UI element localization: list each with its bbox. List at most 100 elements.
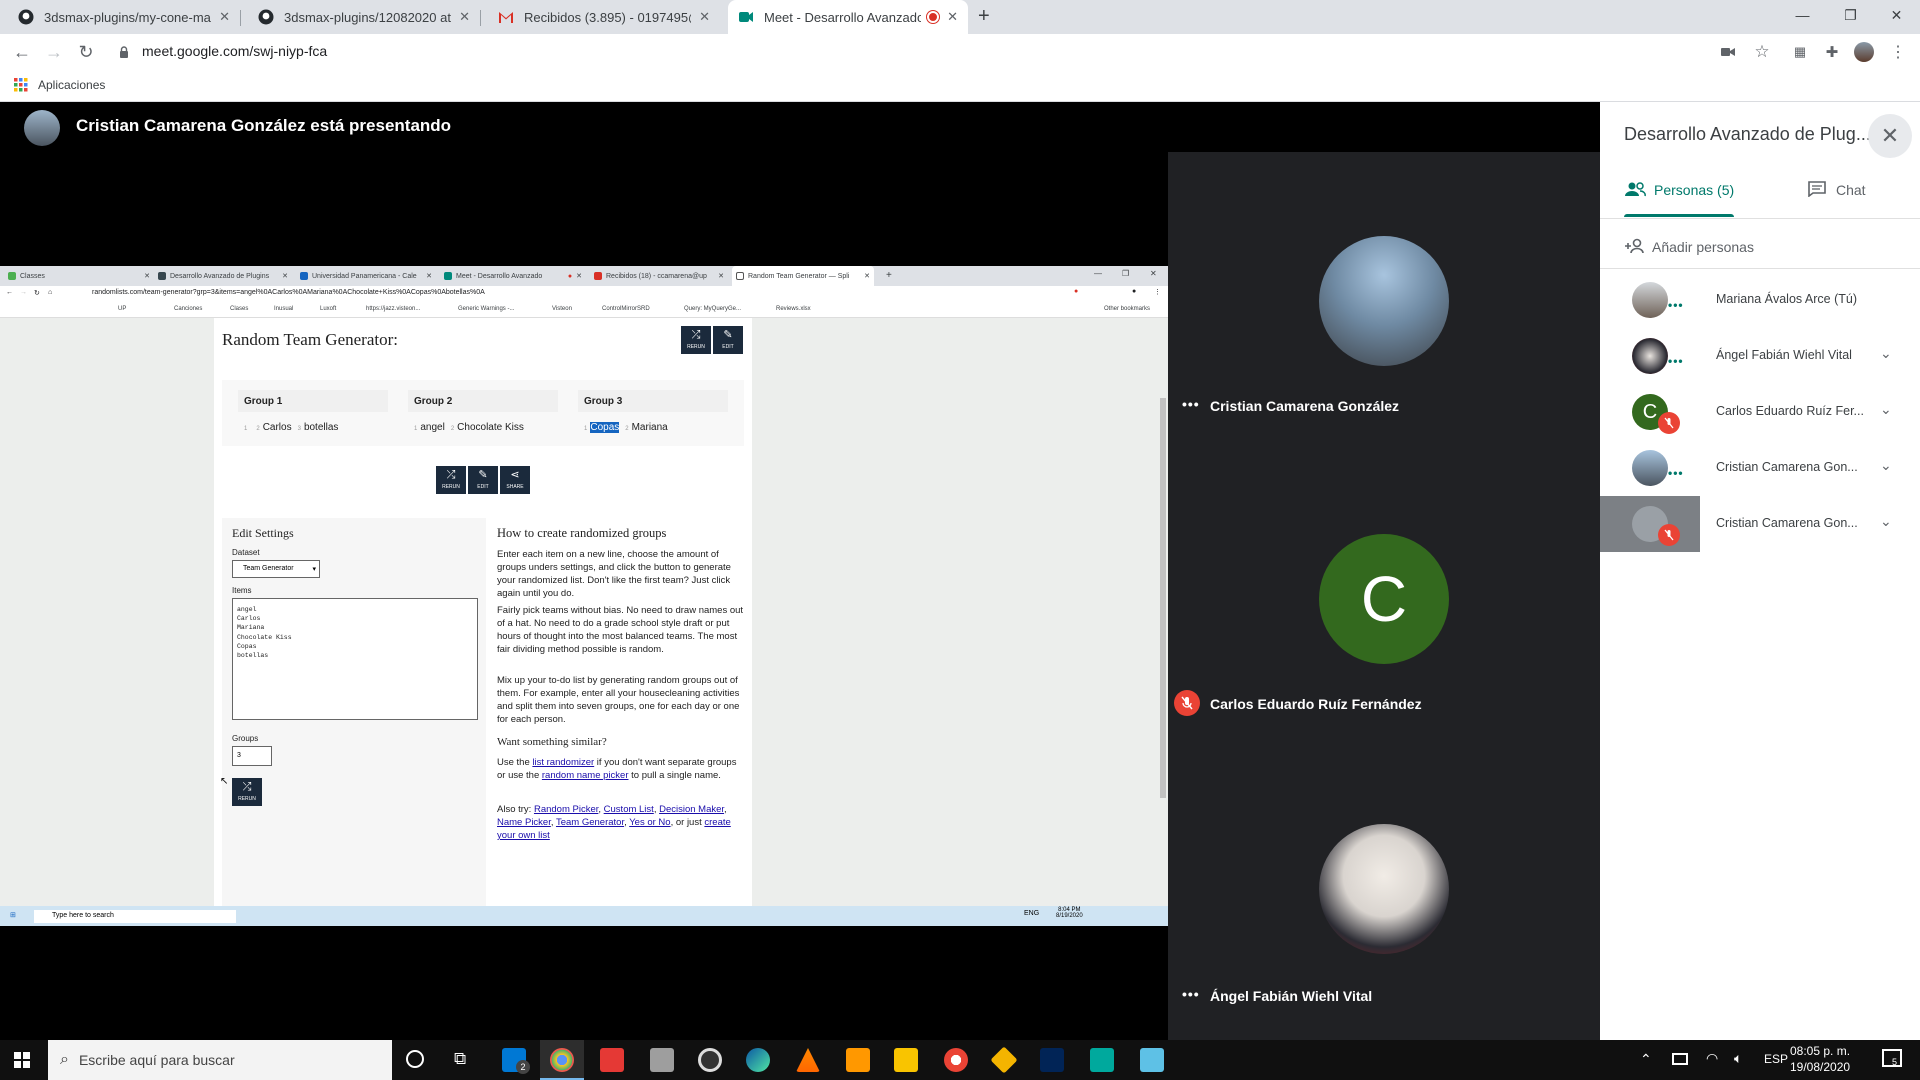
battery-icon[interactable] xyxy=(1672,1053,1688,1065)
clock[interactable]: 08:05 p. m. 19/08/2020 xyxy=(1790,1043,1850,1075)
bookmark-apps[interactable]: Aplicaciones xyxy=(38,78,105,92)
chrome-alt-icon[interactable] xyxy=(944,1048,968,1072)
group-card: Group 3 1 Copas 2 Mariana xyxy=(578,390,728,440)
app-icon[interactable] xyxy=(650,1048,674,1072)
participant-row[interactable]: ••• Cristian Camarena Gon... ⌄ xyxy=(1600,440,1920,496)
participant-row[interactable]: Cristian Camarena Gon... ⌄ xyxy=(1600,496,1920,552)
date: 19/08/2020 xyxy=(1790,1060,1851,1074)
forward-icon[interactable]: → xyxy=(42,40,66,64)
chevron-down-icon[interactable]: ⌄ xyxy=(1880,401,1892,418)
chevron-up-icon[interactable]: ⌃ xyxy=(1640,1051,1652,1068)
windows-search[interactable]: ⌕ Escribe aquí para buscar xyxy=(48,1040,392,1080)
edge-icon[interactable] xyxy=(746,1048,770,1072)
inner-tab: Classes ✕ xyxy=(4,266,154,286)
tab-title: 3dsmax-plugins/my-cone-marian xyxy=(44,9,211,25)
cursor-icon: ↖ xyxy=(220,776,229,787)
speaking-dots-icon: ••• xyxy=(1668,354,1684,368)
participant-row[interactable]: C Carlos Eduardo Ruíz Fer... ⌄ xyxy=(1600,384,1920,440)
avatar xyxy=(24,110,60,146)
participant-name: Carlos Eduardo Ruíz Fer... xyxy=(1716,404,1864,418)
media-app-icon[interactable] xyxy=(698,1048,722,1072)
how-paragraph: Mix up your to-do list by generating ran… xyxy=(497,675,740,725)
mail-badge: 2 xyxy=(516,1060,530,1074)
close-icon[interactable]: ✕ xyxy=(459,9,470,25)
app-icon[interactable] xyxy=(990,1046,1018,1074)
volume-icon[interactable]: 🔈︎ xyxy=(1734,1050,1742,1067)
close-icon[interactable]: ✕ xyxy=(699,9,710,25)
address-bar[interactable]: meet.google.com/swj-niyp-fca xyxy=(142,43,327,59)
search-placeholder: Escribe aquí para buscar xyxy=(78,1052,235,1068)
chevron-down-icon[interactable]: ⌄ xyxy=(1880,513,1892,530)
rerun-button: ⤮ RERUN xyxy=(436,466,466,494)
browser-tab[interactable]: Recibidos (3.895) - 0197495@up. ✕ xyxy=(488,0,720,34)
3dsmax-icon[interactable] xyxy=(1090,1048,1114,1072)
rerun-label: RERUN xyxy=(238,796,256,802)
gmail-icon xyxy=(594,272,602,280)
language-indicator[interactable]: ESP xyxy=(1764,1052,1788,1066)
close-window-icon[interactable]: ✕ xyxy=(1874,0,1919,30)
mail-app-icon[interactable]: 2 xyxy=(502,1048,530,1074)
app-icon[interactable] xyxy=(1140,1048,1164,1072)
chevron-down-icon[interactable]: ⌄ xyxy=(1880,345,1892,362)
inner-tab: Recibidos (18) - ccamarena@up ✕ xyxy=(590,266,728,286)
minimize-icon[interactable]: — xyxy=(1780,0,1825,30)
sublime-icon[interactable] xyxy=(846,1048,870,1072)
browser-tab-active[interactable]: Meet - Desarrollo Avanzado ✕ xyxy=(728,0,968,34)
participant-name: Ángel Fabián Wiehl Vital xyxy=(1716,348,1852,362)
divider xyxy=(1600,268,1920,269)
participant-row[interactable]: ••• Ángel Fabián Wiehl Vital ⌄ xyxy=(1600,328,1920,384)
participant-tile[interactable]: ••• Ángel Fabián Wiehl Vital xyxy=(1168,744,1600,1040)
powershell-icon[interactable] xyxy=(1040,1048,1064,1072)
close-icon[interactable]: ✕ xyxy=(219,9,230,25)
participant-name: Cristian Camarena González xyxy=(1210,398,1400,414)
chevron-down-icon[interactable]: ⌄ xyxy=(1880,457,1892,474)
tab-chat-label: Chat xyxy=(1836,182,1866,198)
edit-label: EDIT xyxy=(477,484,489,490)
vlc-icon[interactable] xyxy=(796,1048,820,1072)
participant-row[interactable]: ••• Mariana Ávalos Arce (Tú) xyxy=(1600,272,1920,328)
wifi-icon[interactable]: ◠ xyxy=(1706,1050,1718,1067)
similar-paragraph: Use the list randomizer if you don't wan… xyxy=(497,756,745,782)
close-icon[interactable]: ✕ xyxy=(947,9,958,25)
tab-title: Recibidos (3.895) - 0197495@up. xyxy=(524,9,691,25)
inner-taskbar: ⊞ Type here to search ENG 8:04 PM 8/19/20… xyxy=(0,906,1168,926)
close-icon: ✕ xyxy=(576,273,582,280)
inner-tab: Meet - Desarrollo Avanzado ● ✕ xyxy=(440,266,586,286)
task-view-icon[interactable]: ⧉ xyxy=(454,1049,466,1069)
browser-tab[interactable]: 3dsmax-plugins/12082020 at ma ✕ xyxy=(248,0,480,34)
bookmark: Clases xyxy=(230,306,249,312)
profile-avatar[interactable] xyxy=(1852,40,1876,64)
apps-grid-icon[interactable] xyxy=(14,78,28,97)
reload-icon: ↻ xyxy=(34,290,40,297)
back-icon[interactable]: ← xyxy=(10,40,34,64)
star-icon[interactable]: ☆ xyxy=(1750,40,1774,64)
browser-tab[interactable]: 3dsmax-plugins/my-cone-marian ✕ xyxy=(8,0,240,34)
close-icon[interactable]: ✕ xyxy=(1868,114,1912,158)
menu-dots-icon[interactable]: ⋮ xyxy=(1886,40,1910,64)
cortana-icon[interactable] xyxy=(406,1050,424,1068)
app-icon[interactable] xyxy=(600,1048,624,1072)
bookmark: Query: MyQueryGe... xyxy=(684,306,742,312)
participant-tile[interactable]: C Carlos Eduardo Ruíz Fernández xyxy=(1168,448,1600,744)
reload-icon[interactable]: ↻ xyxy=(74,40,98,64)
new-tab-icon[interactable]: + xyxy=(978,5,990,28)
also-try-paragraph: Also try: Random Picker, Custom List, De… xyxy=(497,804,731,841)
menu-dots-icon: ⋮ xyxy=(1154,289,1161,296)
link: Custom List xyxy=(603,804,654,815)
extension-icon: ● xyxy=(1074,288,1079,295)
tab-people[interactable]: Personas (5) xyxy=(1624,162,1734,218)
puzzle-icon[interactable]: ✚ xyxy=(1820,40,1844,64)
camera-icon[interactable] xyxy=(1716,40,1740,64)
participant-tile[interactable]: ••• Cristian Camarena González xyxy=(1168,152,1600,448)
windows-start-icon[interactable] xyxy=(14,1052,30,1073)
notifications-icon[interactable]: 5 xyxy=(1882,1049,1902,1067)
mic-off-icon xyxy=(1658,412,1680,434)
file-explorer-icon[interactable] xyxy=(894,1048,918,1072)
link: Decision Maker xyxy=(659,804,725,815)
extensions-grid-icon[interactable]: ▦ xyxy=(1788,40,1812,64)
rerun-label: RERUN xyxy=(442,484,460,490)
speaking-dots-icon: ••• xyxy=(1182,396,1200,412)
add-people-button[interactable]: Añadir personas xyxy=(1624,232,1754,262)
tab-chat[interactable]: Chat xyxy=(1808,162,1866,218)
restore-icon[interactable]: ❐ xyxy=(1828,0,1873,30)
